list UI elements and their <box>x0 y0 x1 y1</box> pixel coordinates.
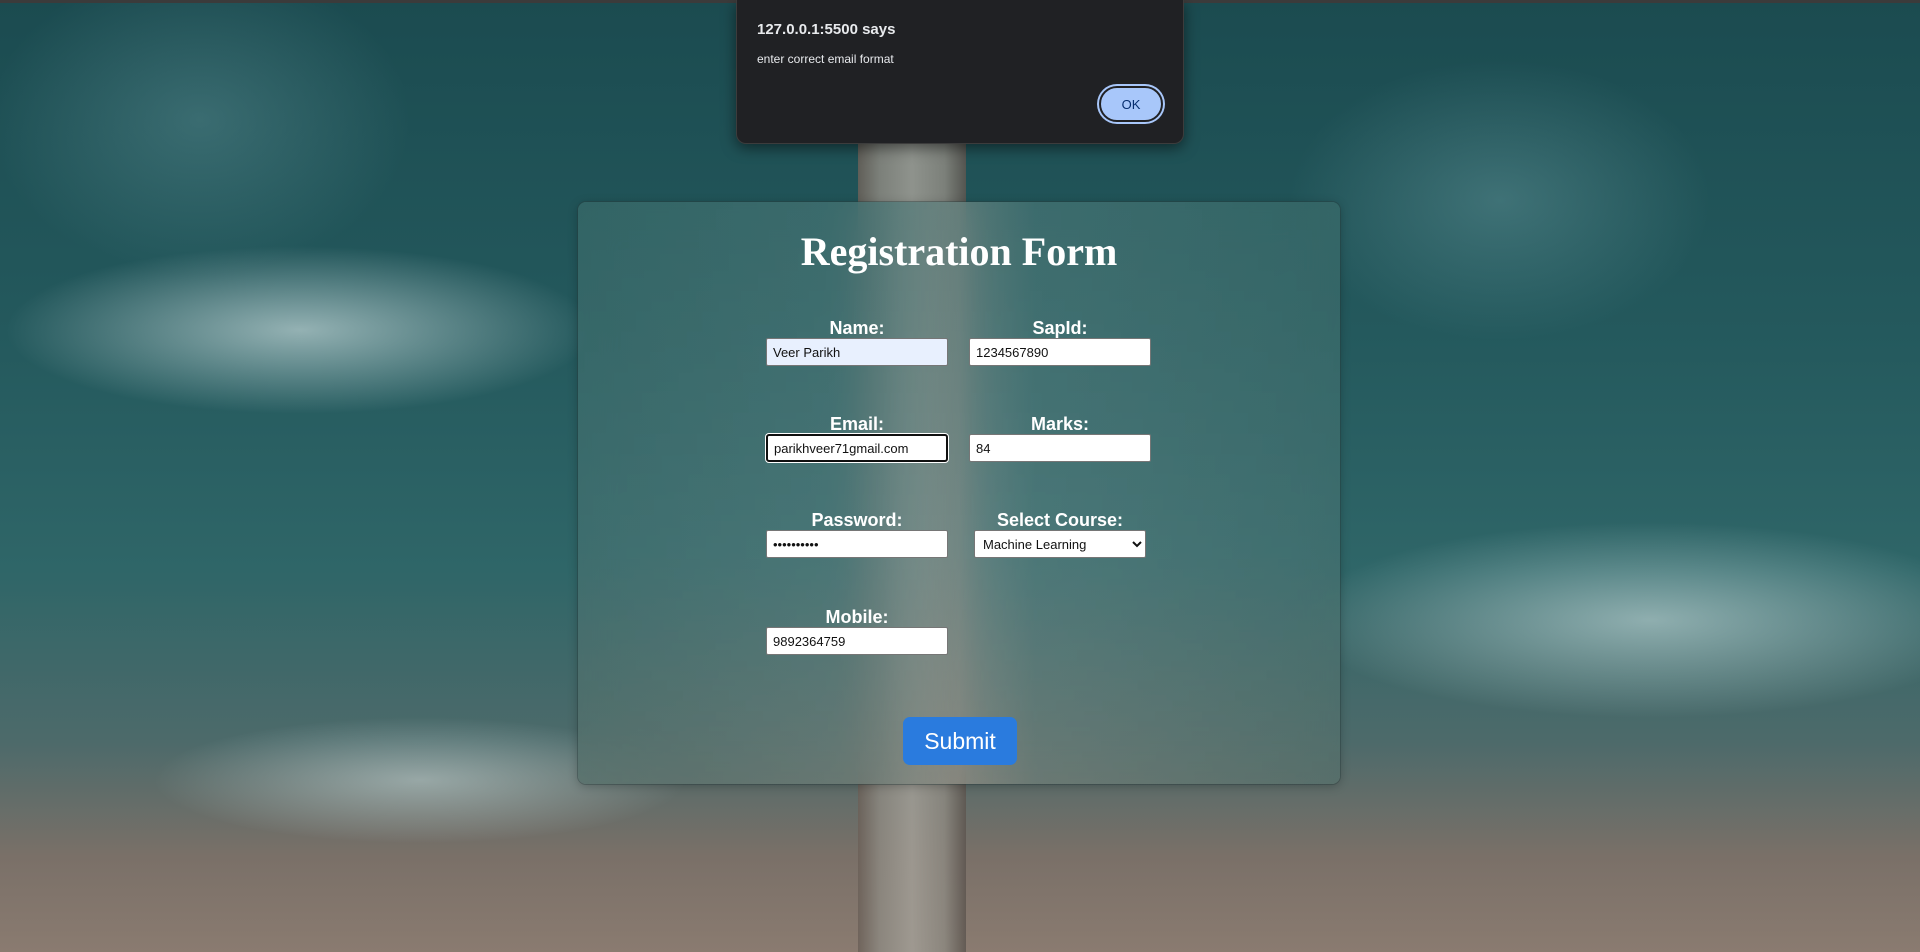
dialog-ok-button[interactable]: OK <box>1099 86 1163 122</box>
name-input[interactable] <box>766 338 948 366</box>
course-select[interactable]: Machine Learning <box>974 530 1146 558</box>
sapid-label: SapId: <box>1032 318 1088 338</box>
marks-label: Marks: <box>1030 414 1090 434</box>
email-input[interactable] <box>766 434 948 462</box>
password-label: Password: <box>811 510 903 530</box>
name-field-group: Name: <box>765 318 949 366</box>
mobile-field-group: Mobile: <box>765 607 949 655</box>
registration-card: Registration Form Name: SapId: Email: Ma… <box>578 202 1340 784</box>
form-title: Registration Form <box>800 229 1118 274</box>
password-field-group: Password: <box>765 510 949 558</box>
course-field-group: Select Course: Machine Learning <box>968 510 1152 558</box>
name-label: Name: <box>829 318 885 338</box>
course-label: Select Course: <box>996 510 1124 530</box>
email-label: Email: <box>829 414 885 434</box>
email-field-group: Email: <box>765 414 949 462</box>
submit-button[interactable]: Submit <box>903 717 1017 765</box>
mobile-input[interactable] <box>766 627 948 655</box>
mobile-label: Mobile: <box>825 607 889 627</box>
alert-dialog: 127.0.0.1:5500 says enter correct email … <box>736 0 1184 144</box>
password-input[interactable] <box>766 530 948 558</box>
sapid-input[interactable] <box>969 338 1151 366</box>
marks-field-group: Marks: <box>968 414 1152 462</box>
sapid-field-group: SapId: <box>968 318 1152 366</box>
dialog-message: enter correct email format <box>757 52 894 66</box>
dialog-origin: 127.0.0.1:5500 says <box>757 21 896 38</box>
marks-input[interactable] <box>969 434 1151 462</box>
